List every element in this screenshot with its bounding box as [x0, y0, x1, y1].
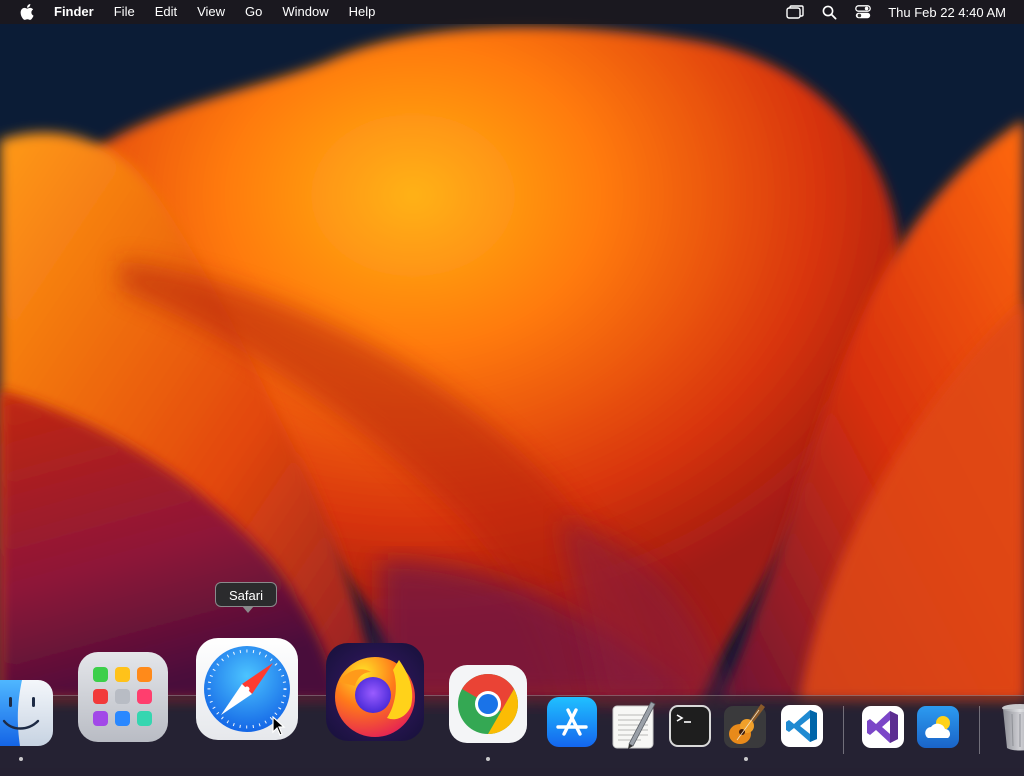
running-indicator	[744, 757, 748, 761]
menu-bar-clock[interactable]: Thu Feb 22 4:40 AM	[888, 5, 1006, 20]
dock-item-trash[interactable]	[1000, 702, 1024, 752]
dock-item-terminal[interactable]	[668, 704, 712, 748]
dock-item-finder[interactable]	[0, 679, 54, 747]
dock-item-chrome[interactable]	[448, 664, 528, 744]
menu-edit[interactable]: Edit	[145, 0, 187, 24]
dock-item-vscode[interactable]	[780, 704, 824, 748]
weather-icon	[917, 706, 959, 748]
menu-app-finder[interactable]: Finder	[44, 0, 104, 24]
chrome-icon	[449, 665, 527, 743]
dock-item-textedit[interactable]	[611, 700, 657, 750]
vscode-icon	[781, 705, 823, 747]
running-indicator	[486, 757, 490, 761]
dock-item-launchpad[interactable]	[77, 651, 169, 743]
dock-tooltip: Safari	[215, 582, 277, 613]
dock-separator	[843, 706, 844, 754]
firefox-icon	[326, 643, 424, 741]
terminal-icon	[669, 705, 711, 747]
dock-item-firefox[interactable]	[325, 642, 425, 742]
dock-item-weather[interactable]	[916, 705, 960, 749]
mouse-cursor-icon	[272, 716, 286, 736]
menu-help[interactable]: Help	[339, 0, 386, 24]
menu-file[interactable]: File	[104, 0, 145, 24]
garageband-icon	[724, 704, 766, 748]
control-center-icon[interactable]	[852, 0, 874, 24]
trash-icon	[1002, 704, 1024, 751]
dock-separator	[979, 706, 980, 754]
launchpad-icon	[78, 652, 168, 742]
menu-bar: Finder File Edit View Go Window Help Thu…	[0, 0, 1024, 24]
app-store-icon	[547, 697, 597, 747]
dock-item-garageband[interactable]	[723, 702, 769, 750]
apple-menu-icon[interactable]	[16, 0, 38, 24]
running-indicator	[19, 757, 23, 761]
textedit-icon	[612, 701, 656, 749]
dock-item-visual-studio[interactable]	[861, 705, 905, 749]
dock-item-app-store[interactable]	[546, 696, 598, 748]
screen-mirroring-icon[interactable]	[784, 0, 806, 24]
menu-window[interactable]: Window	[272, 0, 338, 24]
finder-icon	[0, 680, 53, 746]
menu-go[interactable]: Go	[235, 0, 272, 24]
spotlight-search-icon[interactable]	[818, 0, 840, 24]
menu-view[interactable]: View	[187, 0, 235, 24]
visual-studio-icon	[862, 706, 904, 748]
